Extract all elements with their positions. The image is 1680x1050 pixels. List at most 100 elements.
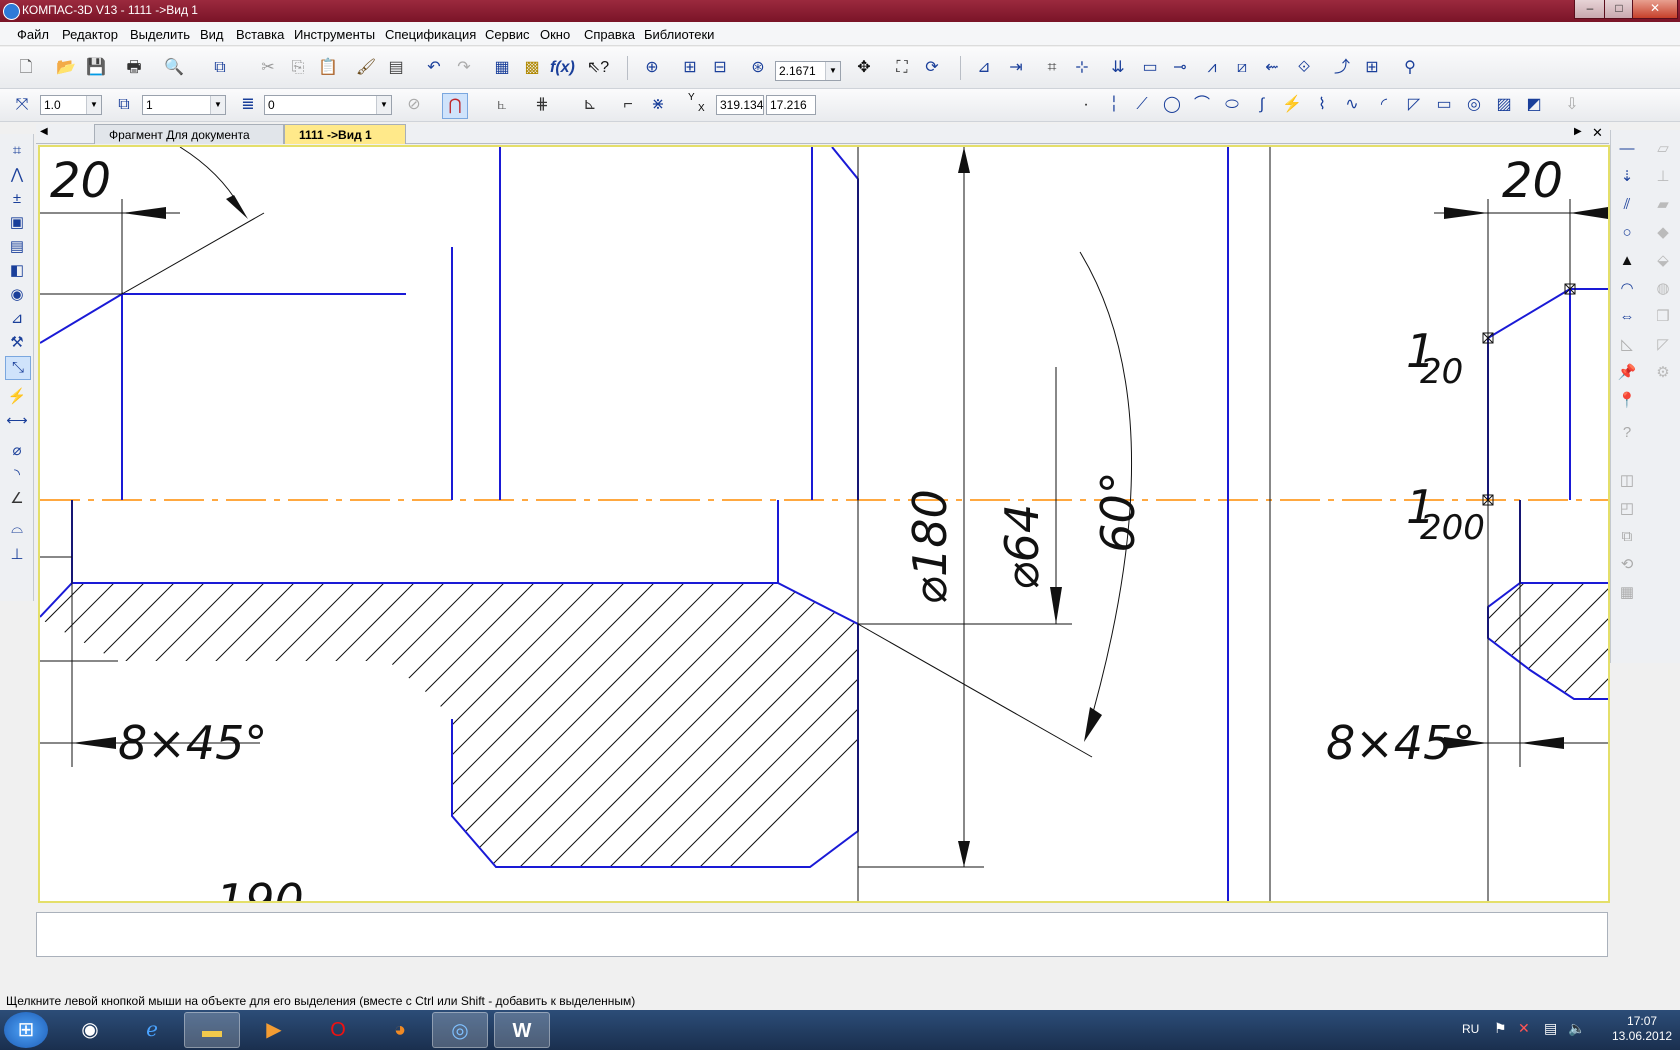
state-combo[interactable]: 0 ▼ (264, 95, 392, 115)
volume-tray-icon[interactable]: 🔈 (1568, 1020, 1585, 1037)
chevron-down-icon[interactable]: ▼ (210, 96, 225, 114)
tab-scroll-right-icon[interactable]: ▶ (1574, 126, 1582, 137)
redo-icon[interactable]: ↷ (452, 56, 476, 80)
menu-libraries[interactable]: Библиотеки (644, 27, 714, 42)
cursor-step-icon[interactable]: ⤧ (10, 93, 34, 117)
text-icon[interactable]: ▭ (1138, 56, 1162, 80)
snap-magnet-icon[interactable]: ⋂ (442, 93, 468, 119)
arc-icon[interactable]: ⌒ (1190, 93, 1214, 117)
firefox-taskbar-icon[interactable]: ◕ (372, 1012, 428, 1048)
leader-icon[interactable]: ⊸ (1168, 56, 1192, 80)
angle-dimension-icon[interactable]: ∠ (5, 488, 29, 510)
zoom-out-icon[interactable]: ⊟ (708, 56, 732, 80)
maximize-button[interactable]: □ (1604, 0, 1634, 19)
minimize-button[interactable]: – (1574, 0, 1606, 19)
property-panel[interactable] (36, 912, 1608, 957)
hatch-tool-icon[interactable]: ▨ (1492, 93, 1516, 117)
chevron-down-icon[interactable]: ▼ (376, 96, 391, 114)
menu-service[interactable]: Сервис (485, 27, 530, 42)
node-markers[interactable] (1482, 283, 1576, 506)
polyline-icon[interactable]: ⌇ (1310, 93, 1334, 117)
aux-line-icon[interactable]: ╎ (1102, 93, 1126, 117)
apex-icon[interactable]: ▲ (1615, 250, 1639, 272)
layers-icon[interactable]: ≣ (236, 93, 260, 117)
parameterization-panel-icon[interactable]: ▤ (5, 236, 29, 258)
save-icon[interactable]: 💾 (84, 56, 108, 80)
copy-icon[interactable]: ⎘ (286, 56, 310, 80)
vertical-tool-icon[interactable]: ⇣ (1615, 166, 1639, 188)
menu-view[interactable]: Вид (200, 27, 224, 42)
device-tray-icon[interactable]: ▤ (1544, 1020, 1557, 1037)
zoom-window-icon[interactable]: ⊕ (640, 56, 664, 80)
zoom-in-icon[interactable]: ⊞ (678, 56, 702, 80)
ellipse-icon[interactable]: ⬭ (1220, 93, 1244, 117)
snap-point-icon[interactable]: ⋇ (646, 93, 670, 117)
geometry-panel-icon[interactable]: ⌗ (5, 140, 29, 162)
tab-view-1[interactable]: 1111 ->Вид 1 (284, 124, 406, 144)
open-folder-icon[interactable]: 📂 (54, 56, 78, 80)
language-indicator[interactable]: RU (1462, 1022, 1479, 1036)
coord-x-field[interactable]: 17.216 (766, 95, 816, 115)
tree-icon[interactable]: ▦ (490, 56, 514, 80)
radius-dimension-icon[interactable]: ◝ (5, 464, 29, 486)
linear-dimension-icon[interactable]: ⟷ (5, 410, 29, 432)
edit-panel-icon[interactable]: ▣ (5, 212, 29, 234)
zoom-scale-icon[interactable]: ⊛ (746, 56, 770, 80)
drawing-canvas[interactable]: 20 20 8×45° 8×45° ⌀180 ⌀64 60° 1 20 1 20… (38, 145, 1610, 928)
variables-icon[interactable]: f(x) (550, 56, 575, 80)
measure-panel-icon[interactable]: ◧ (5, 260, 29, 282)
tab-scroll-left-icon[interactable]: ◀ (40, 126, 48, 137)
fill-icon[interactable]: ◩ (1522, 93, 1546, 117)
ortho-icon[interactable]: ⦜ (490, 93, 514, 117)
circle-icon[interactable]: ◯ (1160, 93, 1184, 117)
pin-yellow-icon[interactable]: 📌 (1615, 362, 1639, 384)
pan-icon[interactable]: ✥ (852, 56, 876, 80)
part-contour[interactable] (39, 146, 1608, 901)
menu-insert[interactable]: Вставка (236, 27, 284, 42)
new-document-icon[interactable]: 🗋 (14, 56, 38, 80)
dimension-mode-icon[interactable]: ⤡ (5, 356, 31, 380)
point-icon[interactable]: · (1074, 93, 1098, 117)
line-tool-icon[interactable]: — (1615, 138, 1639, 160)
menu-window[interactable]: Окно (540, 27, 570, 42)
size-tool-icon[interactable]: ⇔ (1615, 306, 1639, 328)
auto-line-icon[interactable]: ⚡ (1280, 93, 1304, 117)
close-tab-icon[interactable]: ✕ (1592, 125, 1603, 141)
arc-dimension-icon[interactable]: ⌓ (5, 518, 29, 540)
spline-icon[interactable]: ∫ (1250, 93, 1274, 117)
cut-icon[interactable]: ✂ (256, 56, 280, 80)
word-taskbar-icon[interactable]: W (494, 1012, 550, 1048)
show-all-icon[interactable]: ⛶ (890, 56, 914, 80)
designations-panel-icon[interactable]: ± (5, 188, 29, 210)
local-axes-icon[interactable]: ⊾ (578, 93, 602, 117)
document-manager-icon[interactable]: ⧉ (208, 56, 232, 80)
bezier-icon[interactable]: ∿ (1340, 93, 1364, 117)
line-style-combo[interactable]: 1.0 ▼ (40, 95, 102, 115)
local-cs-icon[interactable]: ⊹ (1070, 56, 1094, 80)
chevron-down-icon[interactable]: ▼ (86, 96, 101, 114)
parameterization-icon[interactable]: ⊘ (402, 93, 426, 117)
menu-editor[interactable]: Редактор (62, 27, 118, 42)
segment-icon[interactable]: ⟋ (1130, 93, 1154, 117)
magnifier-tool-icon[interactable]: ⚲ (1398, 56, 1422, 80)
spec-icon[interactable]: ⤴ (1330, 56, 1354, 80)
help-icon[interactable]: ? (1615, 422, 1639, 444)
undo-icon[interactable]: ↶ (422, 56, 446, 80)
diameter-dimension-icon[interactable]: ⌀ (5, 440, 29, 462)
table-icon[interactable]: ⊞ (1360, 56, 1384, 80)
layer-combo[interactable]: 1 ▼ (142, 95, 226, 115)
circle-tangent-icon[interactable]: ○ (1615, 222, 1639, 244)
arrow-view-icon[interactable]: ⇜ (1260, 56, 1284, 80)
zoom-combo[interactable]: 2.1671 ▼ (775, 61, 841, 81)
explorer-taskbar-icon[interactable]: ▬ (184, 1012, 240, 1048)
menu-help[interactable]: Справка (584, 27, 635, 42)
close-button[interactable]: ✕ (1632, 0, 1678, 19)
roughness-icon[interactable]: ⩘ (1200, 56, 1224, 80)
library-manager-icon[interactable]: ▩ (520, 56, 544, 80)
clock[interactable]: 17:07 13.06.2012 (1612, 1014, 1672, 1044)
menu-tools[interactable]: Инструменты (294, 27, 375, 42)
menu-file[interactable]: Файл (17, 27, 49, 42)
geometry-calc-icon[interactable]: ⊿ (972, 56, 996, 80)
spec-panel-icon[interactable]: ⚒ (5, 332, 29, 354)
parallel-tool-icon[interactable]: ⫽ (1615, 194, 1639, 216)
